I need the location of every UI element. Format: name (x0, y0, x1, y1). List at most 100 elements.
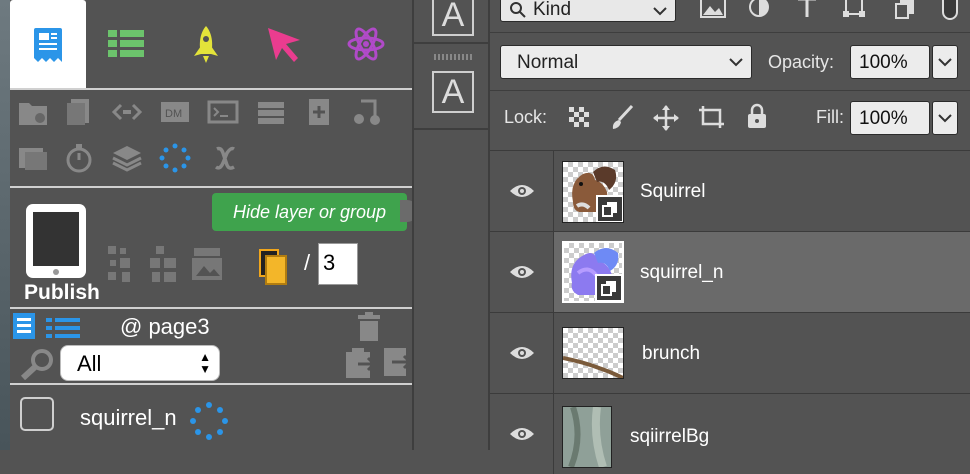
grid-pattern-icon[interactable] (148, 244, 180, 284)
lock-all-icon[interactable] (746, 103, 768, 129)
filter-select[interactable]: All ▲ ▼ (60, 345, 220, 381)
layer-name[interactable]: squirrel_n (640, 262, 723, 284)
chevron-down-icon (938, 58, 952, 67)
filter-kind-select[interactable]: Kind (500, 0, 676, 22)
trash-icon[interactable] (356, 312, 382, 342)
smart-object-badge (596, 195, 623, 222)
background-image (563, 407, 611, 467)
search-icon[interactable] (18, 348, 58, 380)
opacity-label: Opacity: (768, 52, 835, 72)
filter-toggle[interactable] (942, 0, 958, 20)
tools-panel: DM Publish / 3 Hide layer or group @ pag… (10, 0, 412, 450)
smart-object-filter-icon[interactable] (894, 0, 916, 20)
publish-label[interactable]: Publish (24, 281, 100, 305)
variable-x-icon[interactable] (208, 143, 242, 173)
tab-list[interactable] (88, 0, 164, 88)
blend-mode-select[interactable]: Normal (500, 45, 752, 79)
layer-checkbox[interactable] (20, 397, 54, 431)
loading-spinner-icon[interactable] (158, 143, 192, 173)
lock-transparent-pixels-icon[interactable] (568, 106, 590, 128)
divider (10, 383, 412, 385)
text-tool-button[interactable]: A (432, 0, 474, 36)
layer-thumbnail (562, 161, 624, 223)
shape-filter-icon[interactable] (842, 0, 866, 18)
tablet-icon[interactable] (24, 202, 88, 280)
grip-handle[interactable] (434, 54, 472, 60)
search-icon (510, 2, 526, 18)
layers-panel: Kind Normal Opacity: 100% Lock: Fill: 10… (490, 0, 970, 474)
lock-artboard-icon[interactable] (698, 104, 726, 130)
stack-rows-icon[interactable] (254, 97, 288, 127)
eye-icon (509, 266, 534, 278)
chevron-down-icon (653, 7, 667, 16)
list-view-icon[interactable] (44, 316, 82, 340)
lock-image-pixels-icon[interactable] (610, 104, 634, 130)
layer-thumbnail (562, 241, 624, 303)
visibility-toggle[interactable] (490, 394, 554, 474)
tab-atom[interactable] (328, 0, 404, 88)
fill-input[interactable]: 100% (850, 101, 930, 135)
svg-text:DM: DM (165, 108, 182, 120)
tab-interaction[interactable] (246, 0, 322, 88)
smart-object-badge (595, 274, 622, 301)
layer-row-selected[interactable]: squirrel_n (490, 231, 970, 312)
select-arrows-icon: ▲ ▼ (199, 350, 211, 376)
fill-label: Fill: (816, 107, 844, 127)
layers-icon[interactable] (110, 143, 144, 173)
opacity-input[interactable]: 100% (850, 45, 930, 79)
divider (490, 32, 970, 33)
cursor-icon (268, 28, 300, 62)
rocket-icon (194, 26, 218, 63)
layer-name[interactable]: Squirrel (640, 181, 705, 203)
window-edge (0, 0, 10, 450)
page-number-input[interactable]: 3 (318, 243, 358, 285)
terminal-icon[interactable] (206, 97, 240, 127)
layer-row[interactable]: Squirrel (490, 150, 970, 231)
divider (490, 90, 970, 91)
lock-position-icon[interactable] (652, 104, 680, 132)
image-stack-icon[interactable] (190, 246, 224, 282)
atom-icon (347, 27, 385, 61)
visibility-toggle[interactable] (490, 232, 554, 312)
fill-dropdown[interactable] (932, 101, 958, 135)
layer-thumbnail (562, 406, 612, 468)
visibility-toggle[interactable] (490, 151, 554, 231)
stopwatch-icon[interactable] (62, 143, 96, 173)
visibility-toggle[interactable] (490, 313, 554, 393)
pixel-filter-icon[interactable] (700, 0, 726, 18)
layer-name[interactable]: brunch (642, 343, 700, 365)
layer-row-name: squirrel_n (80, 405, 177, 430)
type-filter-icon[interactable] (796, 0, 818, 20)
document-icon (34, 28, 62, 62)
text-tool-button[interactable]: A (432, 71, 474, 113)
code-tag-icon[interactable] (110, 97, 144, 127)
tool-strip: A A (412, 0, 490, 450)
divider (414, 128, 488, 130)
page-separator: / (304, 250, 311, 275)
gallery-icon[interactable] (16, 143, 50, 173)
divider (10, 307, 412, 309)
opacity-dropdown[interactable] (932, 45, 958, 79)
folder-settings-icon[interactable] (16, 97, 50, 127)
eye-icon (509, 185, 534, 197)
copy-pages-icon[interactable] (258, 248, 288, 286)
layer-row[interactable]: brunch (490, 312, 970, 393)
list-icon (108, 30, 144, 57)
tab-document[interactable] (10, 0, 86, 88)
paste-icon[interactable] (344, 346, 378, 380)
smart-object-icon (602, 202, 617, 217)
pages-icon[interactable] (62, 97, 96, 127)
layer-row[interactable]: sqiirrelBg (490, 393, 970, 474)
tooltip: Hide layer or group (212, 193, 407, 231)
qr-code-icon[interactable] (106, 244, 136, 284)
tab-launch[interactable] (168, 0, 244, 88)
export-icon[interactable] (382, 346, 412, 380)
media-player-icon[interactable]: DM (158, 97, 192, 127)
adjustment-filter-icon[interactable] (748, 0, 770, 18)
music-icon[interactable] (350, 97, 384, 127)
layer-thumbnail (562, 327, 624, 379)
loading-spinner-icon (190, 402, 228, 440)
layer-name[interactable]: sqiirrelBg (630, 426, 709, 448)
page-view-icon[interactable] (12, 312, 36, 340)
add-page-icon[interactable] (302, 97, 336, 127)
